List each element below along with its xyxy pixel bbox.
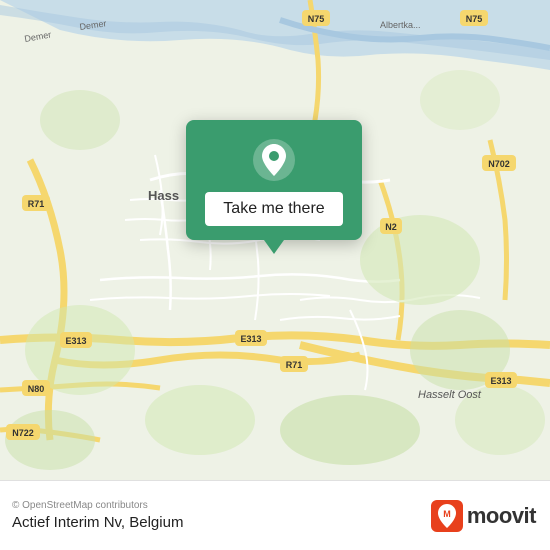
location-pin-icon	[252, 138, 296, 182]
svg-text:N2: N2	[385, 222, 397, 232]
bottom-bar: © OpenStreetMap contributors Actief Inte…	[0, 480, 550, 550]
svg-text:E313: E313	[490, 376, 511, 386]
svg-text:N80: N80	[28, 384, 45, 394]
bottom-left-info: © OpenStreetMap contributors Actief Inte…	[12, 500, 183, 531]
take-me-there-button[interactable]: Take me there	[205, 192, 342, 226]
svg-text:E313: E313	[65, 336, 86, 346]
svg-text:Albertka...: Albertka...	[380, 20, 421, 30]
svg-text:M: M	[443, 509, 451, 519]
location-popup[interactable]: Take me there	[186, 120, 362, 240]
svg-text:Hass: Hass	[148, 188, 179, 203]
svg-text:N75: N75	[308, 14, 325, 24]
svg-text:R71: R71	[28, 199, 45, 209]
map-container: R71 R71 E313 E313 E313 N75 N75 N2 N702 N…	[0, 0, 550, 480]
moovit-logo: M moovit	[431, 500, 536, 532]
svg-text:N722: N722	[12, 428, 34, 438]
svg-text:E313: E313	[240, 334, 261, 344]
moovit-icon: M	[431, 500, 463, 532]
svg-text:R71: R71	[286, 360, 303, 370]
location-name: Actief Interim Nv, Belgium	[12, 514, 183, 531]
svg-text:N702: N702	[488, 159, 510, 169]
svg-text:N75: N75	[466, 14, 483, 24]
copyright-text: © OpenStreetMap contributors	[12, 500, 183, 511]
svg-text:Hasselt Oost: Hasselt Oost	[418, 389, 482, 401]
moovit-text: moovit	[467, 503, 536, 529]
